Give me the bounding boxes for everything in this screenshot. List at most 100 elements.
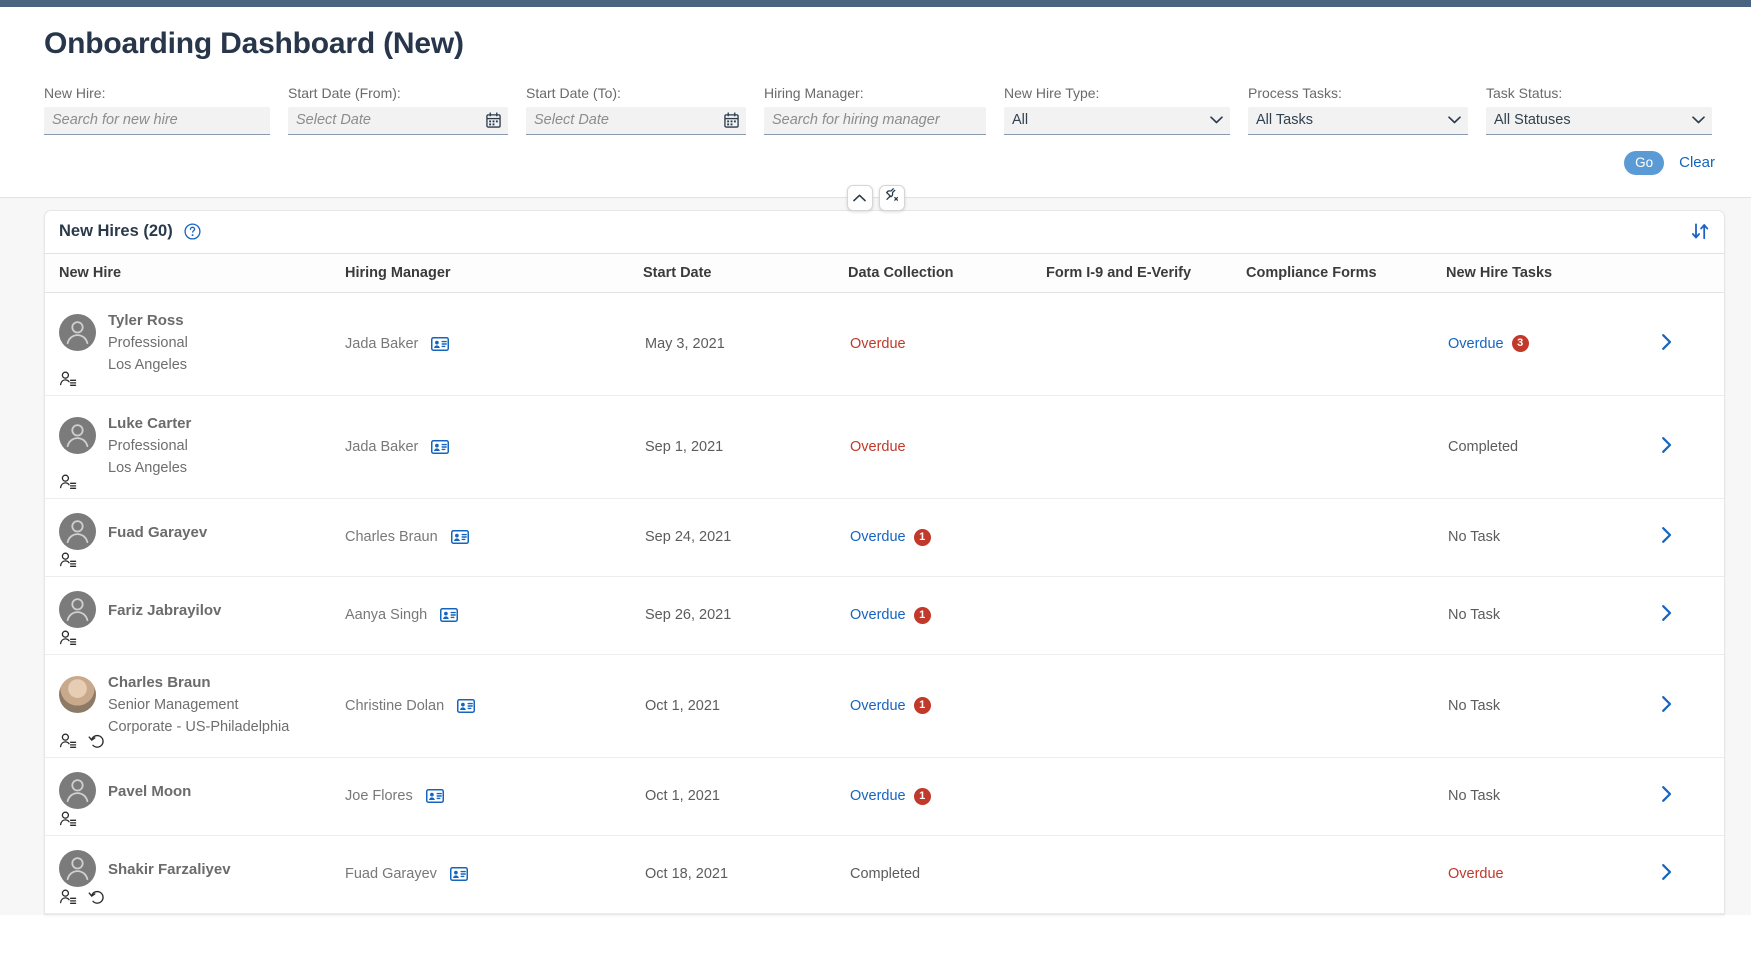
cell-row-action[interactable] — [1661, 835, 1724, 914]
task-status-value[interactable]: All Statuses — [1494, 112, 1704, 128]
go-button[interactable]: Go — [1624, 150, 1665, 175]
cell-data-collection[interactable]: Overdue 1 — [848, 498, 1046, 577]
cell-form-i9 — [1046, 757, 1246, 836]
cell-hiring-manager: Jada Baker — [345, 292, 643, 396]
chevron-right-icon[interactable] — [1661, 695, 1673, 713]
chevron-right-icon[interactable] — [1661, 333, 1673, 351]
new-hire-name[interactable]: Fuad Garayev — [108, 522, 207, 544]
task-status-field[interactable]: All Statuses — [1486, 106, 1712, 135]
column-header-new-hire[interactable]: New Hire — [45, 253, 345, 293]
contact-card-icon[interactable] — [425, 789, 444, 803]
table-head: New Hire Hiring Manager Start Date Data … — [45, 253, 1724, 293]
contact-card-icon[interactable] — [431, 336, 450, 351]
new-hire-type-value[interactable]: All — [1012, 112, 1222, 128]
cell-hiring-manager: Fuad Garayev — [345, 835, 643, 914]
cell-new-hire[interactable]: Fariz Jabrayilov — [45, 576, 345, 655]
contact-card-icon[interactable] — [440, 608, 459, 622]
cell-data-collection[interactable]: Overdue 1 — [848, 576, 1046, 655]
cell-new-hire[interactable]: Fuad Garayev — [45, 498, 345, 577]
table-row[interactable]: Charles Braun Senior Management Corporate … — [45, 654, 1724, 758]
hiring-manager-name: Joe Flores — [345, 788, 413, 804]
cell-new-hire[interactable]: Pavel Moon — [45, 757, 345, 836]
cell-row-action[interactable] — [1661, 576, 1724, 655]
start-date-to-field[interactable] — [526, 106, 746, 135]
cell-new-hire-tasks-value: Overdue — [1448, 866, 1504, 882]
cell-compliance-forms — [1246, 395, 1446, 499]
process-tasks-field[interactable]: All Tasks — [1248, 106, 1468, 135]
cell-row-action[interactable] — [1661, 395, 1724, 499]
cell-new-hire-tasks-value[interactable]: Overdue 3 — [1448, 335, 1529, 352]
column-header-new-hire-tasks[interactable]: New Hire Tasks — [1446, 253, 1661, 293]
contact-card-icon[interactable] — [457, 698, 476, 713]
person-list-icon[interactable] — [59, 888, 77, 906]
cell-new-hire-tasks[interactable]: Overdue 3 — [1446, 292, 1661, 396]
new-hire-name[interactable]: Pavel Moon — [108, 781, 191, 803]
column-header-compliance[interactable]: Compliance Forms — [1246, 253, 1446, 293]
person-list-icon[interactable] — [59, 551, 77, 569]
cell-row-action[interactable] — [1661, 654, 1724, 758]
search-hiring-manager-input[interactable] — [772, 112, 978, 128]
cell-compliance-forms — [1246, 576, 1446, 655]
new-hire-field[interactable] — [44, 106, 270, 135]
cell-data-collection-value[interactable]: Overdue 1 — [850, 528, 931, 546]
new-hire-name[interactable]: Luke Carter — [108, 413, 191, 435]
contact-card-icon[interactable] — [450, 530, 469, 544]
collapse-filters-button[interactable] — [846, 184, 873, 211]
person-list-icon[interactable] — [59, 370, 77, 388]
cell-row-action[interactable] — [1661, 292, 1724, 396]
count-badge: 1 — [913, 697, 931, 714]
new-hire-type-field[interactable]: All — [1004, 106, 1230, 135]
cell-new-hire[interactable]: Luke Carter Professional Los Angeles — [45, 395, 345, 499]
table-row[interactable]: Fuad Garayev Charles Braun Sep 24, 2021 Ove… — [45, 498, 1724, 577]
chevron-right-icon[interactable] — [1661, 526, 1673, 544]
table-row[interactable]: Shakir Farzaliyev Fuad Garayev Oct 18, 202… — [45, 835, 1724, 914]
rehire-history-icon[interactable] — [88, 732, 106, 750]
person-list-icon[interactable] — [59, 732, 77, 750]
cell-new-hire-tasks-value: No Task — [1448, 529, 1501, 545]
help-circle-icon[interactable] — [184, 223, 201, 240]
chevron-right-icon[interactable] — [1661, 785, 1673, 803]
cell-data-collection[interactable]: Overdue 1 — [848, 654, 1046, 758]
cell-data-collection-value[interactable]: Overdue 1 — [850, 697, 931, 714]
table-row[interactable]: Tyler Ross Professional Los Angeles Jada Ba… — [45, 292, 1724, 396]
new-hire-name[interactable]: Shakir Farzaliyev — [108, 859, 231, 881]
table-row[interactable]: Fariz Jabrayilov Aanya Singh Sep 26, 2021 O… — [45, 576, 1724, 655]
column-header-hiring-manager[interactable]: Hiring Manager — [345, 253, 643, 293]
start-date-from-input[interactable] — [296, 112, 500, 128]
new-hire-name[interactable]: Fariz Jabrayilov — [108, 600, 221, 622]
start-date-to-input[interactable] — [534, 112, 738, 128]
contact-card-icon[interactable] — [431, 439, 450, 454]
hiring-manager-field[interactable] — [764, 106, 986, 135]
cell-data-collection-value[interactable]: Overdue 1 — [850, 787, 931, 805]
chevron-right-icon[interactable] — [1661, 604, 1673, 622]
cell-new-hire[interactable]: Tyler Ross Professional Los Angeles — [45, 292, 345, 396]
cell-row-action[interactable] — [1661, 757, 1724, 836]
hiring-manager-name: Fuad Garayev — [345, 866, 437, 882]
table-row[interactable]: Luke Carter Professional Los Angeles Jada B… — [45, 395, 1724, 499]
clear-link[interactable]: Clear — [1679, 154, 1715, 171]
new-hire-name[interactable]: Charles Braun — [108, 672, 289, 694]
search-new-hire-input[interactable] — [52, 112, 262, 128]
column-header-data-collection[interactable]: Data Collection — [848, 253, 1046, 293]
sort-arrows-icon[interactable] — [1690, 222, 1710, 241]
person-list-icon[interactable] — [59, 629, 77, 647]
process-tasks-value[interactable]: All Tasks — [1256, 112, 1460, 128]
new-hire-name[interactable]: Tyler Ross — [108, 310, 188, 332]
chevron-right-icon[interactable] — [1661, 863, 1673, 881]
chevron-right-icon[interactable] — [1661, 436, 1673, 454]
column-header-start-date[interactable]: Start Date — [643, 253, 848, 293]
cell-data-collection-value[interactable]: Overdue 1 — [850, 606, 931, 624]
column-header-form-i9[interactable]: Form I-9 and E-Verify — [1046, 253, 1246, 293]
person-list-icon[interactable] — [59, 810, 77, 828]
unpin-filters-button[interactable] — [878, 184, 905, 211]
cell-row-action[interactable] — [1661, 498, 1724, 577]
contact-card-icon[interactable] — [449, 867, 468, 881]
start-date-from-field[interactable] — [288, 106, 508, 135]
avatar — [59, 416, 96, 454]
table-row[interactable]: Pavel Moon Joe Flores Oct 1, 2021 Overdue 1 N… — [45, 757, 1724, 836]
rehire-history-icon[interactable] — [88, 888, 106, 906]
person-list-icon[interactable] — [59, 473, 77, 491]
cell-new-hire[interactable]: Charles Braun Senior Management Corporate … — [45, 654, 345, 758]
cell-data-collection[interactable]: Overdue 1 — [848, 757, 1046, 836]
cell-new-hire[interactable]: Shakir Farzaliyev — [45, 835, 345, 914]
